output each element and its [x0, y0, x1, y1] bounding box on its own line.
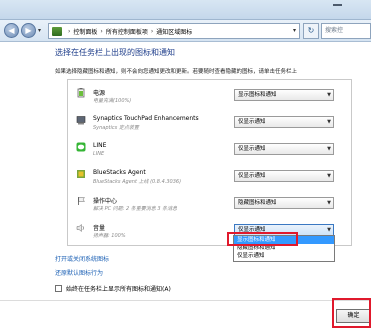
- breadcrumb-item[interactable]: 所有控制面板项: [106, 27, 148, 36]
- chevron-down-icon: ▼: [327, 92, 331, 98]
- behavior-select[interactable]: 显示图标和通知 ▼: [234, 89, 334, 101]
- chevron-down-icon: ▼: [327, 146, 331, 152]
- item-status: Synaptics 定点装置: [93, 125, 139, 131]
- item-name: BlueStacks Agent: [93, 169, 146, 176]
- checkbox-label: 始终在任务栏上显示所有图标和通知(A): [66, 286, 171, 293]
- list-item: Synaptics TouchPad Enhancements Synaptic…: [68, 111, 351, 138]
- back-icon[interactable]: ◀: [4, 23, 19, 38]
- footer-divider: [0, 300, 371, 301]
- item-status: 扬声器: 100%: [93, 233, 126, 239]
- behavior-value: 仅显示通知: [238, 119, 266, 125]
- system-icons-link[interactable]: 打开或关闭系统图标: [55, 254, 109, 263]
- item-name: 音量: [93, 225, 106, 232]
- chevron-down-icon: ▼: [327, 200, 331, 206]
- icon-list: 电源 电量充满(100%) 显示图标和通知 ▼ Synaptics TouchP…: [67, 79, 352, 246]
- show-all-icons-option[interactable]: 始终在任务栏上显示所有图标和通知(A): [55, 284, 171, 293]
- item-name: LINE: [93, 142, 107, 149]
- item-status: LINE: [93, 151, 105, 157]
- behavior-value: 显示图标和通知: [238, 92, 277, 98]
- item-status: 电量充满(100%): [93, 98, 132, 104]
- dropdown-option[interactable]: 隐藏图标和通知: [234, 244, 334, 252]
- breadcrumb-separator: ›: [150, 27, 154, 35]
- address-dropdown-icon[interactable]: ▾: [293, 27, 296, 34]
- breadcrumb-item[interactable]: 控制面板: [73, 27, 97, 36]
- item-status: BlueStacks Agent 上线 (0.8.4.3036): [93, 179, 182, 185]
- touchpad-icon: [76, 116, 86, 125]
- minimize-button[interactable]: [333, 4, 342, 6]
- behavior-value: 仅显示通知: [238, 173, 266, 179]
- control-panel-icon: [52, 26, 62, 36]
- behavior-select[interactable]: 仅显示通知 ▼: [234, 143, 334, 155]
- behavior-value: 仅显示通知: [238, 227, 266, 233]
- speaker-icon: [76, 223, 84, 233]
- behavior-dropdown-list: 显示图标和通知 隐藏图标和通知 仅显示通知: [233, 235, 335, 262]
- refresh-icon[interactable]: ↻: [303, 23, 319, 39]
- breadcrumb-separator: ›: [100, 27, 103, 35]
- item-name: 操作中心: [93, 198, 118, 205]
- list-item: BlueStacks Agent BlueStacks Agent 上线 (0.…: [68, 165, 351, 192]
- window-titlebar: [0, 0, 371, 20]
- show-all-icons-checkbox[interactable]: [55, 285, 62, 292]
- item-status: 解决 PC 问题: 2 条重要消息 3 条消息: [93, 206, 178, 212]
- page-description: 如果选择隐藏图标和通知，则不会向您通知更改和更新。若要随时查看隐藏的图标，请单击…: [55, 69, 298, 75]
- item-name: Synaptics TouchPad Enhancements: [93, 115, 199, 122]
- page-title: 选择在任务栏上出现的图标和通知: [55, 48, 175, 57]
- chevron-down-icon: ▼: [327, 173, 331, 179]
- ok-button[interactable]: 确定: [336, 309, 371, 323]
- restore-defaults-link[interactable]: 还原默认图标行为: [55, 268, 103, 277]
- line-icon: [76, 142, 86, 152]
- chevron-down-icon: ▼: [327, 227, 331, 233]
- dropdown-option[interactable]: 显示图标和通知: [234, 236, 334, 244]
- behavior-select[interactable]: 仅显示通知 ▼: [234, 116, 334, 128]
- list-item: 操作中心 解决 PC 问题: 2 条重要消息 3 条消息 隐藏图标和通知 ▼: [68, 192, 351, 219]
- dropdown-option[interactable]: 仅显示通知: [234, 252, 334, 260]
- bluestacks-icon: [77, 170, 85, 178]
- item-name: 电源: [93, 90, 106, 97]
- power-icon: [77, 88, 85, 98]
- behavior-value: 仅显示通知: [238, 146, 266, 152]
- breadcrumb[interactable]: › 控制面板 › 所有控制面板项 › 通知区域图标 ▾: [48, 23, 300, 39]
- history-dropdown-icon[interactable]: ▾: [38, 27, 45, 34]
- list-item: LINE LINE 仅显示通知 ▼: [68, 138, 351, 165]
- search-input[interactable]: 搜索控: [321, 23, 371, 39]
- action-center-flag-icon: [78, 197, 85, 205]
- address-bar: ◀ ▶ ▾ › 控制面板 › 所有控制面板项 › 通知区域图标 ▾ ↻ 搜索控: [0, 20, 371, 42]
- forward-icon[interactable]: ▶: [21, 23, 36, 38]
- list-item: 电源 电量充满(100%) 显示图标和通知 ▼: [68, 84, 351, 111]
- chevron-down-icon: ▼: [327, 119, 331, 125]
- breadcrumb-item[interactable]: 通知区域图标: [156, 27, 192, 36]
- behavior-select[interactable]: 隐藏图标和通知 ▼: [234, 197, 334, 209]
- behavior-select[interactable]: 仅显示通知 ▼: [234, 170, 334, 182]
- behavior-value: 隐藏图标和通知: [238, 200, 277, 206]
- breadcrumb-separator: ›: [68, 27, 71, 35]
